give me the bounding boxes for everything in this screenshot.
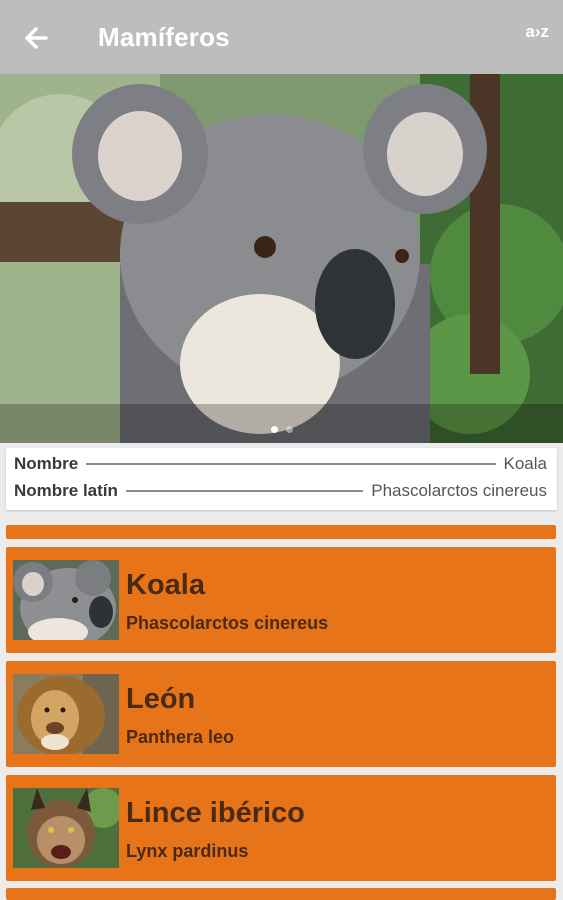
carousel-dot[interactable] <box>285 426 293 433</box>
carousel-indicator <box>0 420 563 436</box>
animal-latin-name: Phascolarctos cinereus <box>126 613 329 633</box>
animal-latin-name: Panthera leo <box>126 727 235 747</box>
name-label: Nombre <box>14 454 79 473</box>
list-item-partial[interactable] <box>6 525 556 539</box>
list-item-partial[interactable] <box>6 888 556 900</box>
animal-latin-name: Lynx pardinus <box>126 841 249 861</box>
animal-name: Koala <box>126 569 205 601</box>
animal-list: Koala Phascolarctos cinereus León Panthe… <box>6 525 556 889</box>
divider-line <box>125 490 364 492</box>
latin-value: Phascolarctos cinereus <box>371 481 547 500</box>
latin-label: Nombre latín <box>14 481 118 500</box>
back-arrow-icon[interactable] <box>18 20 54 56</box>
koala-photo <box>0 74 563 443</box>
koala-thumbnail <box>13 560 119 640</box>
carousel-dot-active[interactable] <box>270 426 278 433</box>
list-item-lince-iberico[interactable]: Lince ibérico Lynx pardinus <box>6 775 556 881</box>
page-title: Mamíferos <box>98 22 230 52</box>
name-value: Koala <box>503 454 547 473</box>
animal-name: Lince ibérico <box>126 797 305 829</box>
sort-az-icon[interactable]: a›z <box>525 22 549 42</box>
divider-line <box>86 463 496 465</box>
info-row-name: Nombre Koala <box>14 451 547 477</box>
image-carousel[interactable] <box>0 74 563 443</box>
app-bar: Mamíferos a›z <box>0 0 563 74</box>
list-item-koala[interactable]: Koala Phascolarctos cinereus <box>6 547 556 653</box>
animal-name: León <box>126 683 196 715</box>
lion-thumbnail <box>13 674 119 754</box>
list-item-leon[interactable]: León Panthera leo <box>6 661 556 767</box>
info-row-latin: Nombre latín Phascolarctos cinereus <box>14 478 547 504</box>
lynx-thumbnail <box>13 788 119 868</box>
animal-info-card: Nombre Koala Nombre latín Phascolarctos … <box>6 448 557 510</box>
